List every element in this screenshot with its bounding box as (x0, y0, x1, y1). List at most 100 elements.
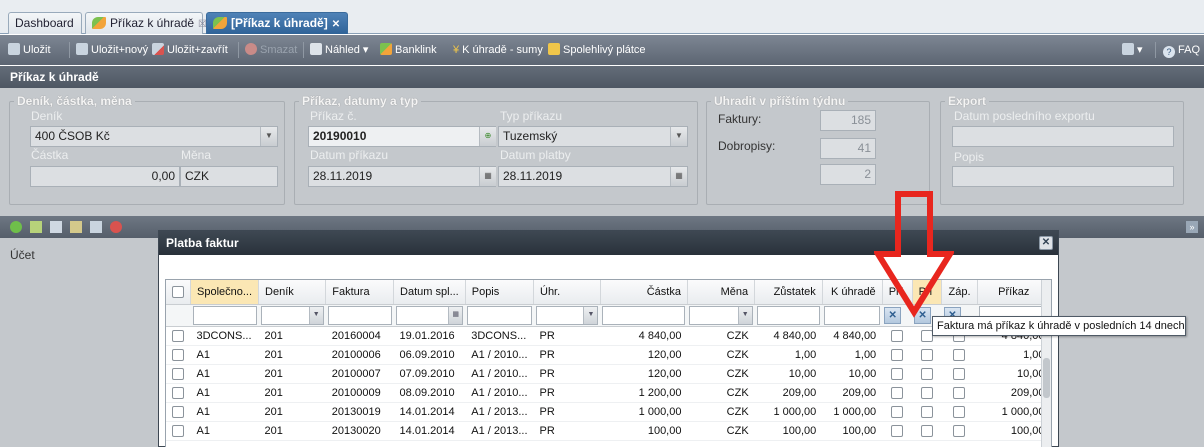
cell-prikaz[interactable]: 10,00 (977, 364, 1051, 384)
save-close-label: Uložit+zavřít (167, 44, 228, 56)
checkbox[interactable] (953, 405, 966, 418)
filter-select[interactable]: ▼ (260, 305, 324, 325)
denik-select[interactable]: 400 ČSOB Kč (30, 126, 278, 147)
chevron-down-icon[interactable]: ▼ (670, 127, 687, 146)
save-button[interactable]: Uložit (8, 43, 51, 57)
checkbox[interactable] (921, 405, 934, 418)
chevron-down-icon[interactable]: ▼ (737, 306, 752, 324)
add-icon[interactable] (10, 221, 22, 233)
calendar-icon[interactable]: ▦ (479, 167, 496, 186)
checkbox[interactable] (172, 329, 184, 342)
reliable-payer-button[interactable]: Spolehlivý plátce (548, 43, 646, 57)
banklink-button[interactable]: Banklink (380, 43, 437, 57)
delete-button[interactable]: Smazat (245, 43, 297, 57)
column-header[interactable]: Datum spl... (393, 280, 466, 305)
layout-menu-button[interactable]: ▾ (1122, 43, 1143, 57)
checkbox[interactable] (891, 367, 904, 380)
filter-input[interactable] (467, 305, 532, 325)
checkbox[interactable] (172, 424, 184, 437)
checkbox[interactable] (172, 386, 184, 399)
calendar-icon[interactable]: ▦ (670, 167, 687, 186)
checkbox[interactable] (172, 348, 184, 361)
chevron-down-icon[interactable]: ▼ (308, 306, 323, 324)
chevron-down-icon[interactable]: ▼ (583, 306, 598, 324)
prikaz-cislo-field[interactable]: 20190010 (308, 126, 496, 147)
filter-select[interactable]: ▼ (535, 305, 599, 325)
row-select-cell (166, 345, 191, 365)
export-popis-field[interactable] (952, 166, 1174, 187)
column-header[interactable]: Společno... (190, 280, 260, 305)
checkbox[interactable] (172, 285, 184, 298)
chevron-down-icon[interactable]: ▼ (260, 127, 277, 146)
plus-icon[interactable]: ⊕ (479, 127, 496, 146)
column-header[interactable]: Popis (465, 280, 535, 305)
checkbox[interactable] (891, 386, 904, 399)
filter-input[interactable] (327, 305, 392, 325)
checkbox[interactable] (953, 367, 966, 380)
export-datum-field[interactable] (952, 126, 1174, 147)
close-icon[interactable]: ✕ (1039, 236, 1053, 250)
checkbox[interactable] (891, 424, 904, 437)
checkbox[interactable] (921, 386, 934, 399)
tab-prikaz-k-uhrade[interactable]: Příkaz k úhradě ☒ (85, 12, 207, 34)
checkbox[interactable] (953, 348, 966, 361)
datum-prikazu-field[interactable]: 28.11.2019 (308, 166, 496, 187)
checkbox[interactable] (172, 367, 184, 380)
cell-prikaz[interactable]: 1 000,00 (977, 402, 1051, 422)
filter-input[interactable] (756, 305, 821, 325)
cell-prikaz[interactable]: 1,00 (977, 345, 1051, 365)
cell-prikaz[interactable]: 209,00 (977, 383, 1051, 403)
to-pay-sums-button[interactable]: ¥ K úhradě - sumy (453, 43, 543, 57)
column-header[interactable]: Úhr. (533, 280, 601, 305)
castka-field[interactable]: 0,00 (30, 166, 180, 187)
table-row[interactable]: A1 201 20100007 07.09.2010 A1 / 2010... PR 120… (166, 364, 1051, 384)
checkbox[interactable] (891, 348, 904, 361)
column-header[interactable]: Částka (600, 280, 688, 305)
save-close-button[interactable]: Uložit+zavřít (152, 43, 228, 57)
column-header[interactable]: Příkaz (977, 280, 1051, 305)
edit-icon[interactable] (50, 221, 62, 233)
close-icon[interactable]: ✕ (332, 19, 340, 30)
checkbox[interactable] (953, 386, 966, 399)
filter-select[interactable]: ▼ (689, 305, 753, 325)
table-row[interactable]: A1 201 20100009 08.09.2010 A1 / 2010... PR 1 2… (166, 383, 1051, 403)
cell-prikaz[interactable]: 100,00 (977, 421, 1051, 441)
table-row[interactable]: A1 201 20130019 14.01.2014 A1 / 2013... PR 1 0… (166, 402, 1051, 422)
calendar-icon[interactable]: ▦ (448, 306, 463, 324)
typ-select[interactable]: Tuzemský (498, 126, 688, 147)
checkbox[interactable] (921, 348, 934, 361)
tab-prikaz-active[interactable]: [Příkaz k úhradě] ✕ (206, 12, 348, 34)
checkbox[interactable] (891, 329, 904, 342)
checkbox[interactable] (891, 405, 904, 418)
column-header[interactable]: Deník (258, 280, 327, 305)
table-row[interactable]: 3DCONS... 201 20160004 19.01.2016 3DCONS... P… (166, 326, 1051, 346)
checkbox[interactable] (921, 367, 934, 380)
checkbox[interactable] (921, 424, 934, 437)
save-icon[interactable] (90, 221, 102, 233)
cell-castka: 100,00 (600, 421, 688, 441)
filter-date[interactable]: ▦ (395, 305, 464, 325)
cell-popis: A1 / 2010... (465, 345, 534, 365)
filter-input[interactable] (602, 305, 686, 325)
filter-input[interactable] (192, 305, 257, 325)
save-new-button[interactable]: Uložit+nový (76, 43, 148, 57)
tab-dashboard[interactable]: Dashboard (8, 12, 82, 34)
checkbox[interactable] (172, 405, 184, 418)
column-header[interactable]: Zůstatek (754, 280, 823, 305)
copy-icon[interactable] (30, 221, 42, 233)
grid-icon[interactable] (70, 221, 82, 233)
preview-button[interactable]: Náhled ▾ (310, 43, 368, 57)
expand-icon[interactable]: » (1186, 221, 1198, 233)
datum-platby-field[interactable]: 28.11.2019 (498, 166, 688, 187)
faq-button[interactable]: ? FAQ (1163, 43, 1200, 58)
checkbox[interactable] (953, 424, 966, 437)
scrollbar-thumb[interactable] (1043, 358, 1050, 398)
column-header[interactable]: Měna (687, 280, 756, 305)
mena-field[interactable]: CZK (180, 166, 278, 187)
select-all-header[interactable] (166, 280, 191, 305)
delete-icon[interactable] (110, 221, 122, 233)
table-row[interactable]: A1 201 20100006 06.09.2010 A1 / 2010... PR 120… (166, 345, 1051, 365)
table-row[interactable]: A1 201 20130020 14.01.2014 A1 / 2013... PR 100… (166, 421, 1051, 441)
column-header[interactable]: Faktura (325, 280, 395, 305)
filter-input[interactable] (824, 305, 881, 325)
